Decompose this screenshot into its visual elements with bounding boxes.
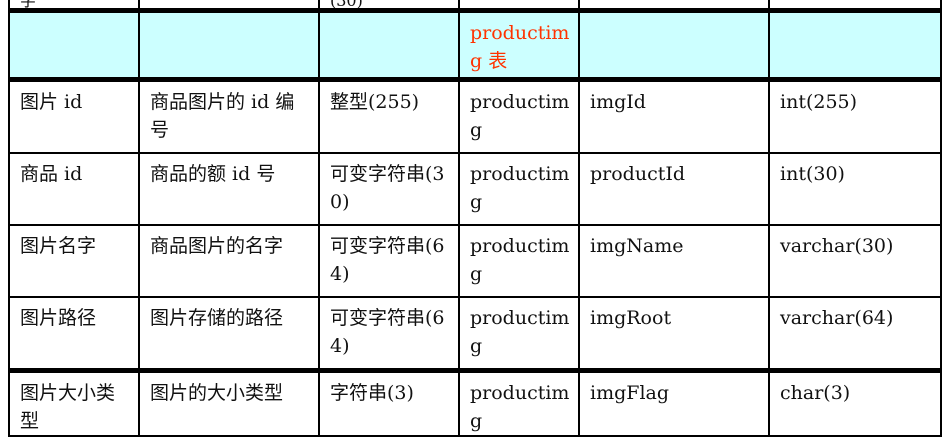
- table-row: 图片大小类型 图片的大小类型 字符串(3) productimg imgFlag…: [8, 368, 942, 437]
- sql-type-cell: varchar(64): [768, 296, 942, 372]
- column-name-cell: imgFlag: [578, 368, 770, 437]
- table-cell: [8, 8, 140, 82]
- field-name-cell: 图片路径: [8, 296, 140, 372]
- sql-type-cell: char(3): [768, 368, 942, 437]
- table-cell: [578, 8, 770, 82]
- column-name-cell: imgName: [578, 224, 770, 298]
- table-ref-cell: productimg: [458, 296, 580, 372]
- column-name-cell: productId: [578, 152, 770, 226]
- field-name-cell: 图片大小类型: [8, 368, 140, 437]
- table-cell: [768, 8, 942, 82]
- field-type-cell: 可变字符串(30): [318, 152, 460, 226]
- field-name-cell: 商品 id: [8, 152, 140, 226]
- sql-type-cell: int(30): [768, 152, 942, 226]
- field-desc-cell: 商品的额 id 号: [138, 152, 320, 226]
- sql-type-cell: varchar(30): [768, 224, 942, 298]
- field-type-cell: 整型(255): [318, 78, 460, 154]
- column-name-cell: imgId: [578, 78, 770, 154]
- field-type-cell: 字符串(3): [318, 368, 460, 437]
- table-cell: [318, 8, 460, 82]
- column-name-cell: imgRoot: [578, 296, 770, 372]
- table-cell: 字: [8, 0, 140, 12]
- table-header-row: productimg 表: [8, 8, 942, 82]
- product-img-field-table: 字 (30) productimg 表 图片 id 商品图片的 id 编号 整型…: [8, 0, 942, 437]
- field-desc-cell: 图片存储的路径: [138, 296, 320, 372]
- table-row: 图片路径 图片存储的路径 可变字符串(64) productimg imgRoo…: [8, 296, 942, 372]
- field-type-cell: 可变字符串(64): [318, 296, 460, 372]
- table-cell: (30): [318, 0, 460, 12]
- field-name-cell: 图片 id: [8, 78, 140, 154]
- table-ref-cell: productimg: [458, 78, 580, 154]
- sql-type-cell: int(255): [768, 78, 942, 154]
- table-ref-cell: productimg: [458, 224, 580, 298]
- table-row: 商品 id 商品的额 id 号 可变字符串(30) productimg pro…: [8, 152, 942, 226]
- table-row: 图片 id 商品图片的 id 编号 整型(255) productimg img…: [8, 78, 942, 154]
- field-name-cell: 图片名字: [8, 224, 140, 298]
- table-cell: [578, 0, 770, 12]
- table-ref-cell: productimg: [458, 368, 580, 437]
- table-cell: [138, 0, 320, 12]
- table-name-cell: productimg 表: [458, 8, 580, 82]
- table-cell: [458, 0, 580, 12]
- table-cell: [768, 0, 942, 12]
- table-row-partial: 字 (30): [8, 0, 942, 12]
- table-ref-cell: productimg: [458, 152, 580, 226]
- field-type-cell: 可变字符串(64): [318, 224, 460, 298]
- field-desc-cell: 图片的大小类型: [138, 368, 320, 437]
- table-row: 图片名字 商品图片的名字 可变字符串(64) productimg imgNam…: [8, 224, 942, 298]
- table-cell: [138, 8, 320, 82]
- field-desc-cell: 商品图片的名字: [138, 224, 320, 298]
- field-desc-cell: 商品图片的 id 编号: [138, 78, 320, 154]
